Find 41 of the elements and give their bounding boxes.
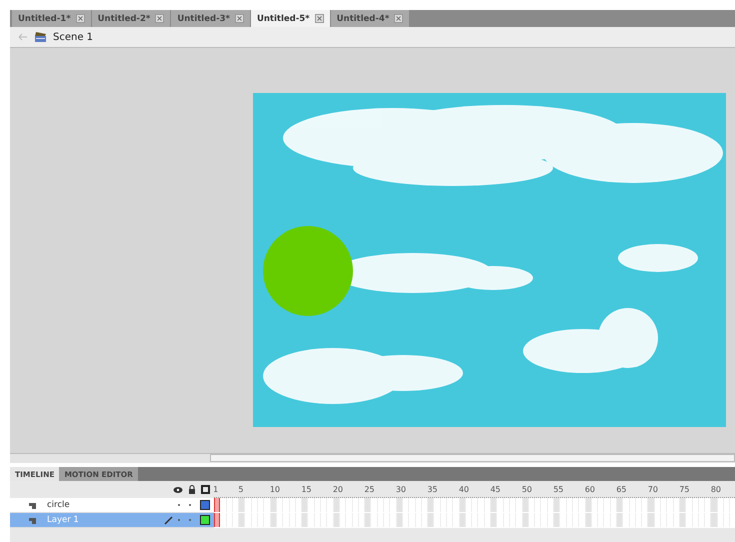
frame-number: 60 bbox=[584, 485, 596, 494]
close-icon[interactable] bbox=[234, 14, 244, 23]
outline-square-icon[interactable] bbox=[201, 485, 210, 494]
frame-number: 45 bbox=[490, 485, 501, 494]
frame-number: 40 bbox=[458, 485, 470, 494]
frame-number: 20 bbox=[332, 485, 344, 494]
frame-number: 35 bbox=[427, 485, 438, 494]
layer-color-swatch[interactable] bbox=[200, 515, 210, 525]
layer-name[interactable]: circle bbox=[47, 500, 169, 510]
document-tab[interactable]: Untitled-5* bbox=[250, 10, 330, 27]
layer-color-swatch[interactable] bbox=[200, 500, 210, 510]
close-icon[interactable] bbox=[76, 14, 85, 23]
layer-row[interactable]: circle bbox=[10, 498, 735, 513]
document-tab[interactable]: Untitled-2* bbox=[92, 10, 170, 27]
eye-icon[interactable] bbox=[173, 486, 183, 494]
pencil-icon bbox=[164, 516, 173, 524]
frame-number: 25 bbox=[364, 485, 375, 494]
layer-name[interactable]: Layer 1 bbox=[47, 515, 155, 525]
frame-number: 5 bbox=[238, 485, 244, 494]
frame-number: 1 bbox=[213, 485, 218, 494]
close-icon[interactable] bbox=[155, 14, 164, 23]
frame-number: 55 bbox=[553, 485, 564, 494]
frame-number: 70 bbox=[648, 485, 658, 494]
close-icon[interactable] bbox=[394, 14, 404, 23]
scene-label[interactable]: Scene 1 bbox=[53, 32, 94, 42]
frame-number: 50 bbox=[522, 485, 532, 494]
scrollbar-thumb[interactable] bbox=[210, 454, 735, 462]
frame-number: 10 bbox=[270, 485, 280, 494]
frame-number: 30 bbox=[396, 485, 406, 494]
document-tab[interactable]: Untitled-4* bbox=[330, 10, 410, 27]
document-tab[interactable]: Untitled-1* bbox=[12, 10, 91, 27]
frame-cells[interactable] bbox=[214, 513, 735, 528]
layer-row[interactable]: Layer 1 bbox=[10, 513, 735, 528]
frame-number: 15 bbox=[301, 485, 312, 494]
close-icon[interactable] bbox=[314, 14, 324, 23]
frame-number: 65 bbox=[616, 485, 627, 494]
clapperboard-icon bbox=[34, 31, 47, 43]
frame-number: 75 bbox=[679, 485, 690, 494]
frame-number: 80 bbox=[710, 485, 722, 494]
document-tab[interactable]: Untitled-3* bbox=[171, 10, 250, 27]
lock-icon[interactable] bbox=[188, 485, 196, 494]
